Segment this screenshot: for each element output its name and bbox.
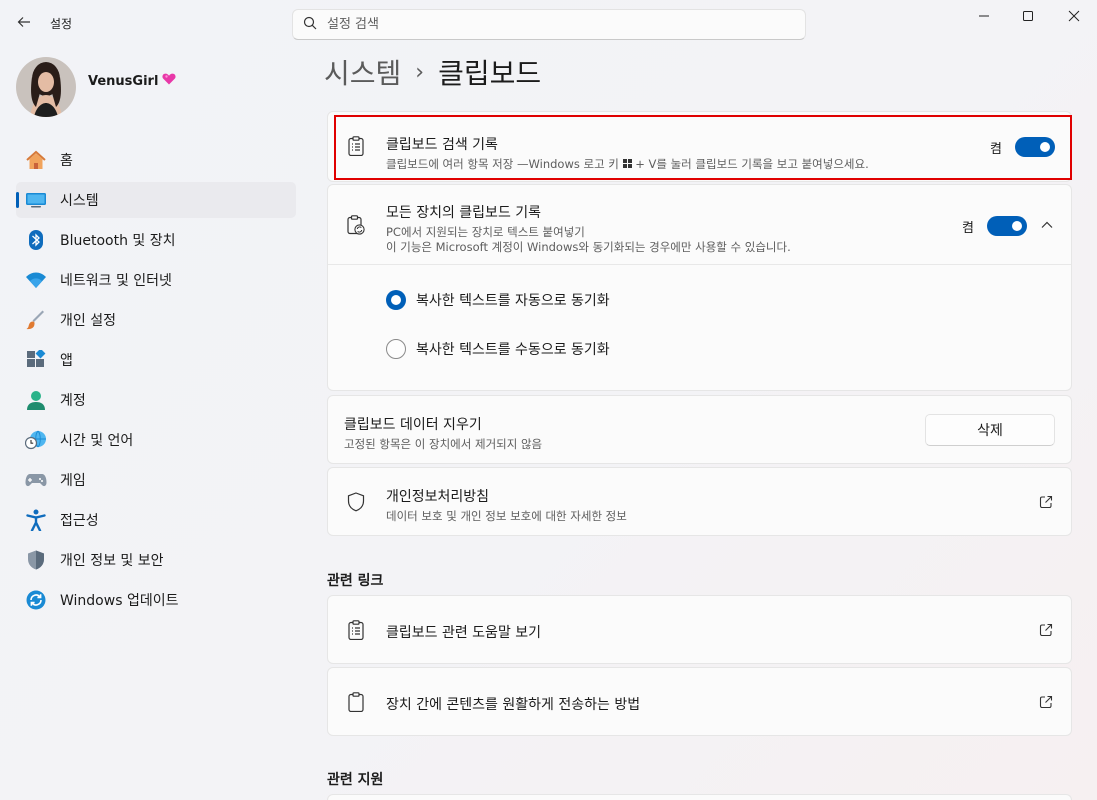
update-icon <box>24 588 48 612</box>
external-link-icon[interactable] <box>1039 623 1053 637</box>
back-arrow-icon[interactable] <box>14 14 34 34</box>
shield-icon <box>24 548 48 572</box>
clipboard-list-icon <box>346 136 366 156</box>
avatar[interactable] <box>16 57 76 117</box>
sidebar-item-home[interactable]: 홈 <box>16 142 296 178</box>
chevron-up-icon[interactable] <box>1039 217 1055 233</box>
sidebar-item-gaming[interactable]: 게임 <box>16 462 296 498</box>
radio-button-selected[interactable] <box>386 290 406 310</box>
user-name: VenusGirl <box>88 73 176 89</box>
page-title: 클립보드 <box>438 57 542 90</box>
related-link-help[interactable]: 클립보드 관련 도움말 보기 <box>327 595 1072 664</box>
sidebar-item-network[interactable]: 네트워크 및 인터넷 <box>16 262 296 298</box>
clipboard-history-toggle-group: 켬 <box>990 137 1055 157</box>
privacy-statement-title: 개인정보처리방침 <box>386 489 490 505</box>
radio-sync-manual[interactable]: 복사한 텍스트를 수동으로 동기화 <box>386 339 610 359</box>
account-icon <box>24 388 48 412</box>
system-icon <box>24 188 48 212</box>
clipboard-sync-icon <box>346 215 366 235</box>
clipboard-sync-title: 모든 장치의 클립보드 기록 <box>386 205 542 221</box>
sidebar-item-accounts[interactable]: 계정 <box>16 382 296 418</box>
clipboard-sync-subtitle: PC에서 지원되는 장치로 텍스트 붙여넣기 이 기능은 Microsoft 계… <box>386 225 791 254</box>
home-icon <box>24 148 48 172</box>
clipboard-history-text: 클립보드 검색 기록 클립보드에 여러 항목 저장 —Windows 로고 키 … <box>386 134 869 172</box>
accessibility-icon <box>24 508 48 532</box>
toggle-knob <box>1040 142 1050 152</box>
clipboard-icon <box>346 692 366 712</box>
clock-globe-icon <box>24 428 48 452</box>
windows-logo-icon <box>622 157 632 171</box>
clipboard-sync-toggle-group: 켬 <box>962 216 1027 236</box>
related-support-card[interactable] <box>327 794 1072 800</box>
clipboard-sync-toggle-label: 켬 <box>962 220 974 236</box>
app-title: 설정 <box>50 17 73 31</box>
wifi-icon <box>24 268 48 292</box>
sidebar-item-personalization[interactable]: 개인 설정 <box>16 302 296 338</box>
clear-clipboard-title: 클립보드 데이터 지우기 <box>344 417 482 433</box>
sidebar-item-accessibility[interactable]: 접근성 <box>16 502 296 538</box>
privacy-statement-text: 개인정보처리방침 데이터 보호 및 개인 정보 보호에 대한 자세한 정보 <box>386 486 627 524</box>
search-icon <box>303 16 317 34</box>
search-box[interactable] <box>292 9 806 40</box>
breadcrumb-parent[interactable]: 시스템 <box>324 52 401 92</box>
sidebar-item-system[interactable]: 시스템 <box>16 182 296 218</box>
related-link-help-label: 클립보드 관련 도움말 보기 <box>386 625 542 641</box>
clipboard-sync-card: 모든 장치의 클립보드 기록 PC에서 지원되는 장치로 텍스트 붙여넣기 이 … <box>327 184 1072 391</box>
sidebar-item-apps[interactable]: 앱 <box>16 342 296 378</box>
clipboard-sync-toggle[interactable] <box>987 216 1027 236</box>
radio-button[interactable] <box>386 339 406 359</box>
external-link-icon[interactable] <box>1039 495 1053 509</box>
bluetooth-icon <box>24 228 48 252</box>
clear-clipboard-text: 클립보드 데이터 지우기 고정된 항목은 이 장치에서 제거되지 않음 <box>344 414 542 452</box>
sidebar-item-bluetooth[interactable]: Bluetooth 및 장치 <box>16 222 296 258</box>
delete-button[interactable]: 삭제 <box>925 414 1055 446</box>
breadcrumb-separator: › <box>415 59 425 85</box>
clipboard-list-icon <box>346 620 366 640</box>
shield-outline-icon <box>346 492 366 512</box>
clipboard-history-title: 클립보드 검색 기록 <box>386 137 498 153</box>
related-support-heading: 관련 지원 <box>327 772 384 788</box>
toggle-knob <box>1012 221 1022 231</box>
sidebar-item-time-language[interactable]: 시간 및 언어 <box>16 422 296 458</box>
related-link-transfer[interactable]: 장치 간에 콘텐츠를 원활하게 전송하는 방법 <box>327 667 1072 736</box>
related-links-heading: 관련 링크 <box>327 573 384 589</box>
clipboard-history-card: 클립보드 검색 기록 클립보드에 여러 항목 저장 —Windows 로고 키 … <box>327 111 1072 182</box>
heart-icon <box>162 73 176 89</box>
external-link-icon[interactable] <box>1039 695 1053 709</box>
privacy-statement-card[interactable]: 개인정보처리방침 데이터 보호 및 개인 정보 보호에 대한 자세한 정보 <box>327 467 1072 536</box>
apps-icon <box>24 348 48 372</box>
clipboard-history-subtitle: 클립보드에 여러 항목 저장 —Windows 로고 키 + V를 눌러 클립보… <box>386 157 869 171</box>
gamepad-icon <box>24 468 48 492</box>
clipboard-sync-header[interactable]: 모든 장치의 클립보드 기록 PC에서 지원되는 장치로 텍스트 붙여넣기 이 … <box>328 185 1071 265</box>
close-button[interactable] <box>1051 0 1097 32</box>
clear-clipboard-subtitle: 고정된 항목은 이 장치에서 제거되지 않음 <box>344 437 543 451</box>
sidebar-nav: 홈 시스템 Bluetooth 및 장치 네트워크 및 인터넷 개인 설정 앱 <box>16 142 296 622</box>
brush-icon <box>24 308 48 332</box>
clear-clipboard-card: 클립보드 데이터 지우기 고정된 항목은 이 장치에서 제거되지 않음 삭제 <box>327 395 1072 464</box>
maximize-button[interactable] <box>1005 0 1051 32</box>
radio-sync-automatic[interactable]: 복사한 텍스트를 자동으로 동기화 <box>386 290 610 310</box>
clipboard-history-toggle-label: 켬 <box>990 141 1002 157</box>
sidebar-item-windows-update[interactable]: Windows 업데이트 <box>16 582 296 618</box>
minimize-button[interactable] <box>961 0 1007 32</box>
sidebar-item-privacy-security[interactable]: 개인 정보 및 보안 <box>16 542 296 578</box>
search-input[interactable] <box>327 17 727 32</box>
related-link-transfer-label: 장치 간에 콘텐츠를 원활하게 전송하는 방법 <box>386 697 641 713</box>
privacy-statement-subtitle: 데이터 보호 및 개인 정보 보호에 대한 자세한 정보 <box>386 509 627 523</box>
clipboard-sync-text: 모든 장치의 클립보드 기록 PC에서 지원되는 장치로 텍스트 붙여넣기 이 … <box>386 202 791 255</box>
clipboard-history-toggle[interactable] <box>1015 137 1055 157</box>
breadcrumb: 시스템 › 클립보드 <box>324 52 541 92</box>
